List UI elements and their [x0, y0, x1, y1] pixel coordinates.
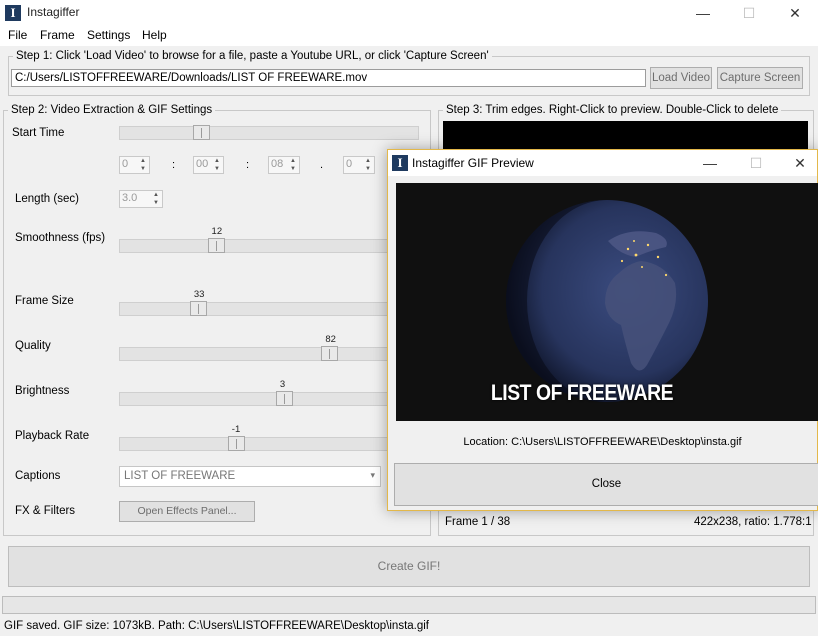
dialog-close-action-button[interactable]: Close — [394, 463, 818, 506]
open-effects-panel-button[interactable]: Open Effects Panel... — [119, 501, 255, 522]
smoothness-label: Smoothness (fps) — [15, 232, 106, 244]
title-bar: I Instagiffer — ☐ ✕ — [0, 0, 818, 26]
frame-dimensions: 422x238, ratio: 1.778:1 — [694, 516, 812, 528]
chevron-down-icon: ▾ — [370, 470, 375, 480]
frame-size-slider-thumb[interactable] — [189, 301, 207, 316]
gif-caption-text: LIST OF FREEWARE — [490, 380, 674, 405]
start-seconds-spinner[interactable]: 08 ▲ ▼ — [268, 156, 300, 174]
start-time-slider[interactable] — [119, 126, 419, 140]
brightness-label: Brightness — [15, 385, 70, 397]
captions-value: LIST OF FREEWARE — [124, 470, 236, 482]
step3-legend: Step 3: Trim edges. Right-Click to previ… — [446, 104, 779, 116]
video-path-input[interactable]: C:/Users/LISTOFFREEWARE/Downloads/LIST O… — [11, 69, 646, 87]
menu-file[interactable]: File — [8, 28, 27, 42]
step1-legend: Step 1: Click 'Load Video' to browse for… — [16, 50, 489, 62]
brightness-slider[interactable] — [119, 392, 389, 406]
gif-preview-image: LIST OF FREEWARE — [396, 183, 818, 421]
frame-canvas[interactable] — [443, 121, 808, 151]
dialog-close-button[interactable]: ✕ — [777, 150, 818, 176]
frame-size-slider[interactable] — [119, 302, 389, 316]
minimize-button[interactable]: — — [680, 0, 726, 26]
dialog-title: Instagiffer GIF Preview — [412, 156, 534, 170]
smoothness-slider-thumb[interactable] — [207, 238, 225, 253]
playback-rate-value: -1 — [231, 424, 241, 435]
start-time-label: Start Time — [12, 127, 65, 139]
capture-screen-button[interactable]: Capture Screen — [717, 67, 803, 89]
start-time-slider-thumb[interactable] — [192, 125, 210, 140]
step2-legend: Step 2: Video Extraction & GIF Settings — [11, 104, 213, 116]
brightness-value: 3 — [279, 379, 286, 390]
quality-label: Quality — [15, 340, 51, 352]
menu-bar: File Frame Settings Help — [0, 26, 818, 46]
time-separator: : — [246, 159, 250, 171]
quality-slider[interactable] — [119, 347, 389, 361]
frame-size-label: Frame Size — [15, 295, 74, 307]
playback-rate-slider-thumb[interactable] — [227, 436, 245, 451]
frame-counter: Frame 1 / 38 — [445, 516, 511, 528]
playback-rate-slider[interactable] — [119, 437, 389, 451]
dialog-maximize-button[interactable]: ☐ — [733, 150, 779, 176]
smoothness-value: 12 — [211, 226, 223, 237]
app-icon: I — [5, 5, 21, 21]
menu-frame[interactable]: Frame — [40, 28, 75, 42]
app-icon: I — [392, 155, 408, 171]
quality-value: 82 — [325, 334, 336, 345]
start-ms-spinner[interactable]: 0 ▲ ▼ — [343, 156, 375, 174]
maximize-button[interactable]: ☐ — [726, 0, 772, 26]
length-label: Length (sec) — [15, 193, 79, 205]
playback-rate-label: Playback Rate — [15, 430, 90, 442]
window-title: Instagiffer — [27, 5, 80, 19]
dialog-minimize-button[interactable]: — — [687, 150, 733, 176]
brightness-slider-thumb[interactable] — [275, 391, 293, 406]
quality-slider-thumb[interactable] — [321, 346, 339, 361]
time-separator: . — [320, 159, 324, 171]
frame-size-value: 33 — [193, 289, 205, 300]
progress-bar — [2, 596, 816, 614]
close-button[interactable]: ✕ — [772, 0, 818, 26]
time-separator: : — [172, 159, 176, 171]
smoothness-slider[interactable] — [119, 239, 389, 253]
menu-settings[interactable]: Settings — [87, 28, 130, 42]
captions-label: Captions — [15, 470, 61, 482]
captions-dropdown[interactable]: LIST OF FREEWARE ▾ — [119, 466, 381, 487]
menu-help[interactable]: Help — [142, 28, 167, 42]
fx-filters-label: FX & Filters — [15, 505, 76, 517]
gif-preview-dialog: I Instagiffer GIF Preview — ☐ ✕ LIST OF … — [387, 149, 818, 511]
create-gif-button[interactable]: Create GIF! — [8, 546, 810, 587]
start-minutes-spinner[interactable]: 00 ▲ ▼ — [193, 156, 224, 174]
status-bar-text: GIF saved. GIF size: 1073kB. Path: C:\Us… — [4, 620, 430, 632]
load-video-button[interactable]: Load Video — [650, 67, 712, 89]
dialog-title-bar: I Instagiffer GIF Preview — ☐ ✕ — [388, 150, 817, 176]
start-hours-spinner[interactable]: 0 ▲ ▼ — [119, 156, 150, 174]
output-location: Location: C:\Users\LISTOFFREEWARE\Deskto… — [463, 436, 742, 448]
length-spinner[interactable]: 3.0 ▲ ▼ — [119, 190, 163, 208]
